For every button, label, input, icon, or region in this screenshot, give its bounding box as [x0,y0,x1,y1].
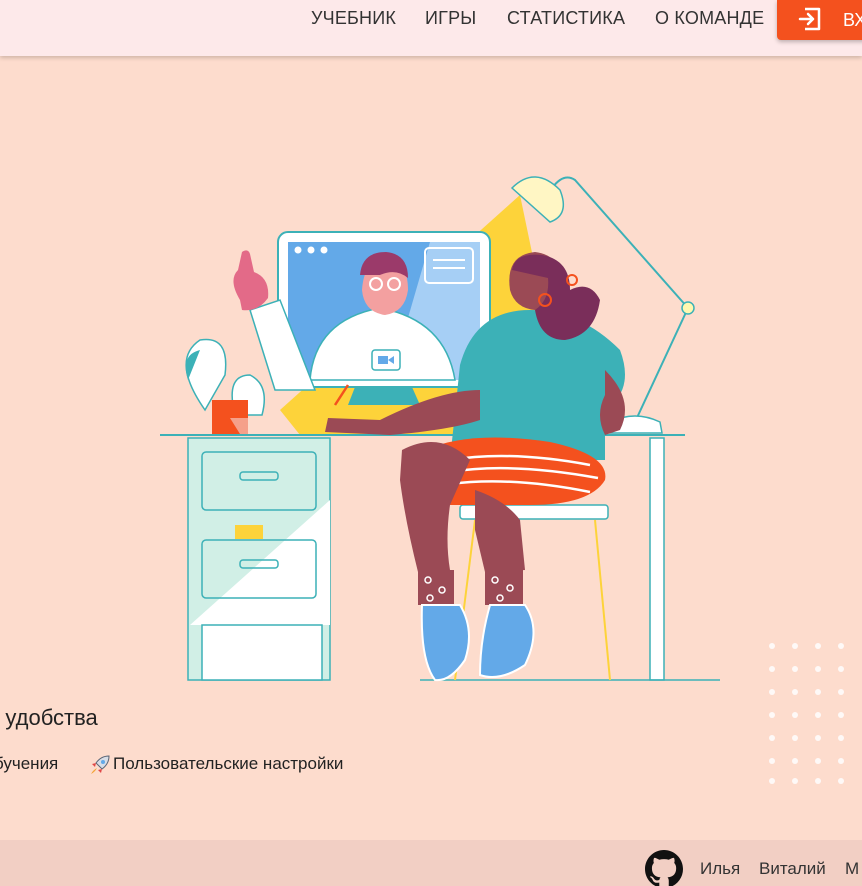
author-link-m[interactable]: М [845,859,859,879]
feature-learning: бучения [0,754,59,773]
rocket-icon [89,754,111,781]
nav-statistics[interactable]: СТАТИСТИКА [507,8,625,29]
hero-headline: о удобства [0,705,98,730]
hero-illustration [150,160,730,695]
github-icon[interactable] [645,850,683,886]
feature-user-settings: Пользовательские настройки [113,754,344,773]
author-link-ilya[interactable]: Илья [700,859,740,879]
nav-games[interactable]: ИГРЫ [425,8,476,29]
nav-textbook[interactable]: УЧЕБНИК [311,8,396,29]
nav-about-team[interactable]: О КОМАНДЕ [655,8,764,29]
login-label: ВХ [843,10,862,30]
footer: Илья Виталий М [0,840,862,886]
author-link-vitaliy[interactable]: Виталий [759,859,826,879]
decorative-dots [766,640,862,795]
login-icon [797,6,823,37]
header: УЧЕБНИК ИГРЫ СТАТИСТИКА О КОМАНДЕ ВХ [0,0,862,56]
login-button[interactable]: ВХ [777,0,862,40]
